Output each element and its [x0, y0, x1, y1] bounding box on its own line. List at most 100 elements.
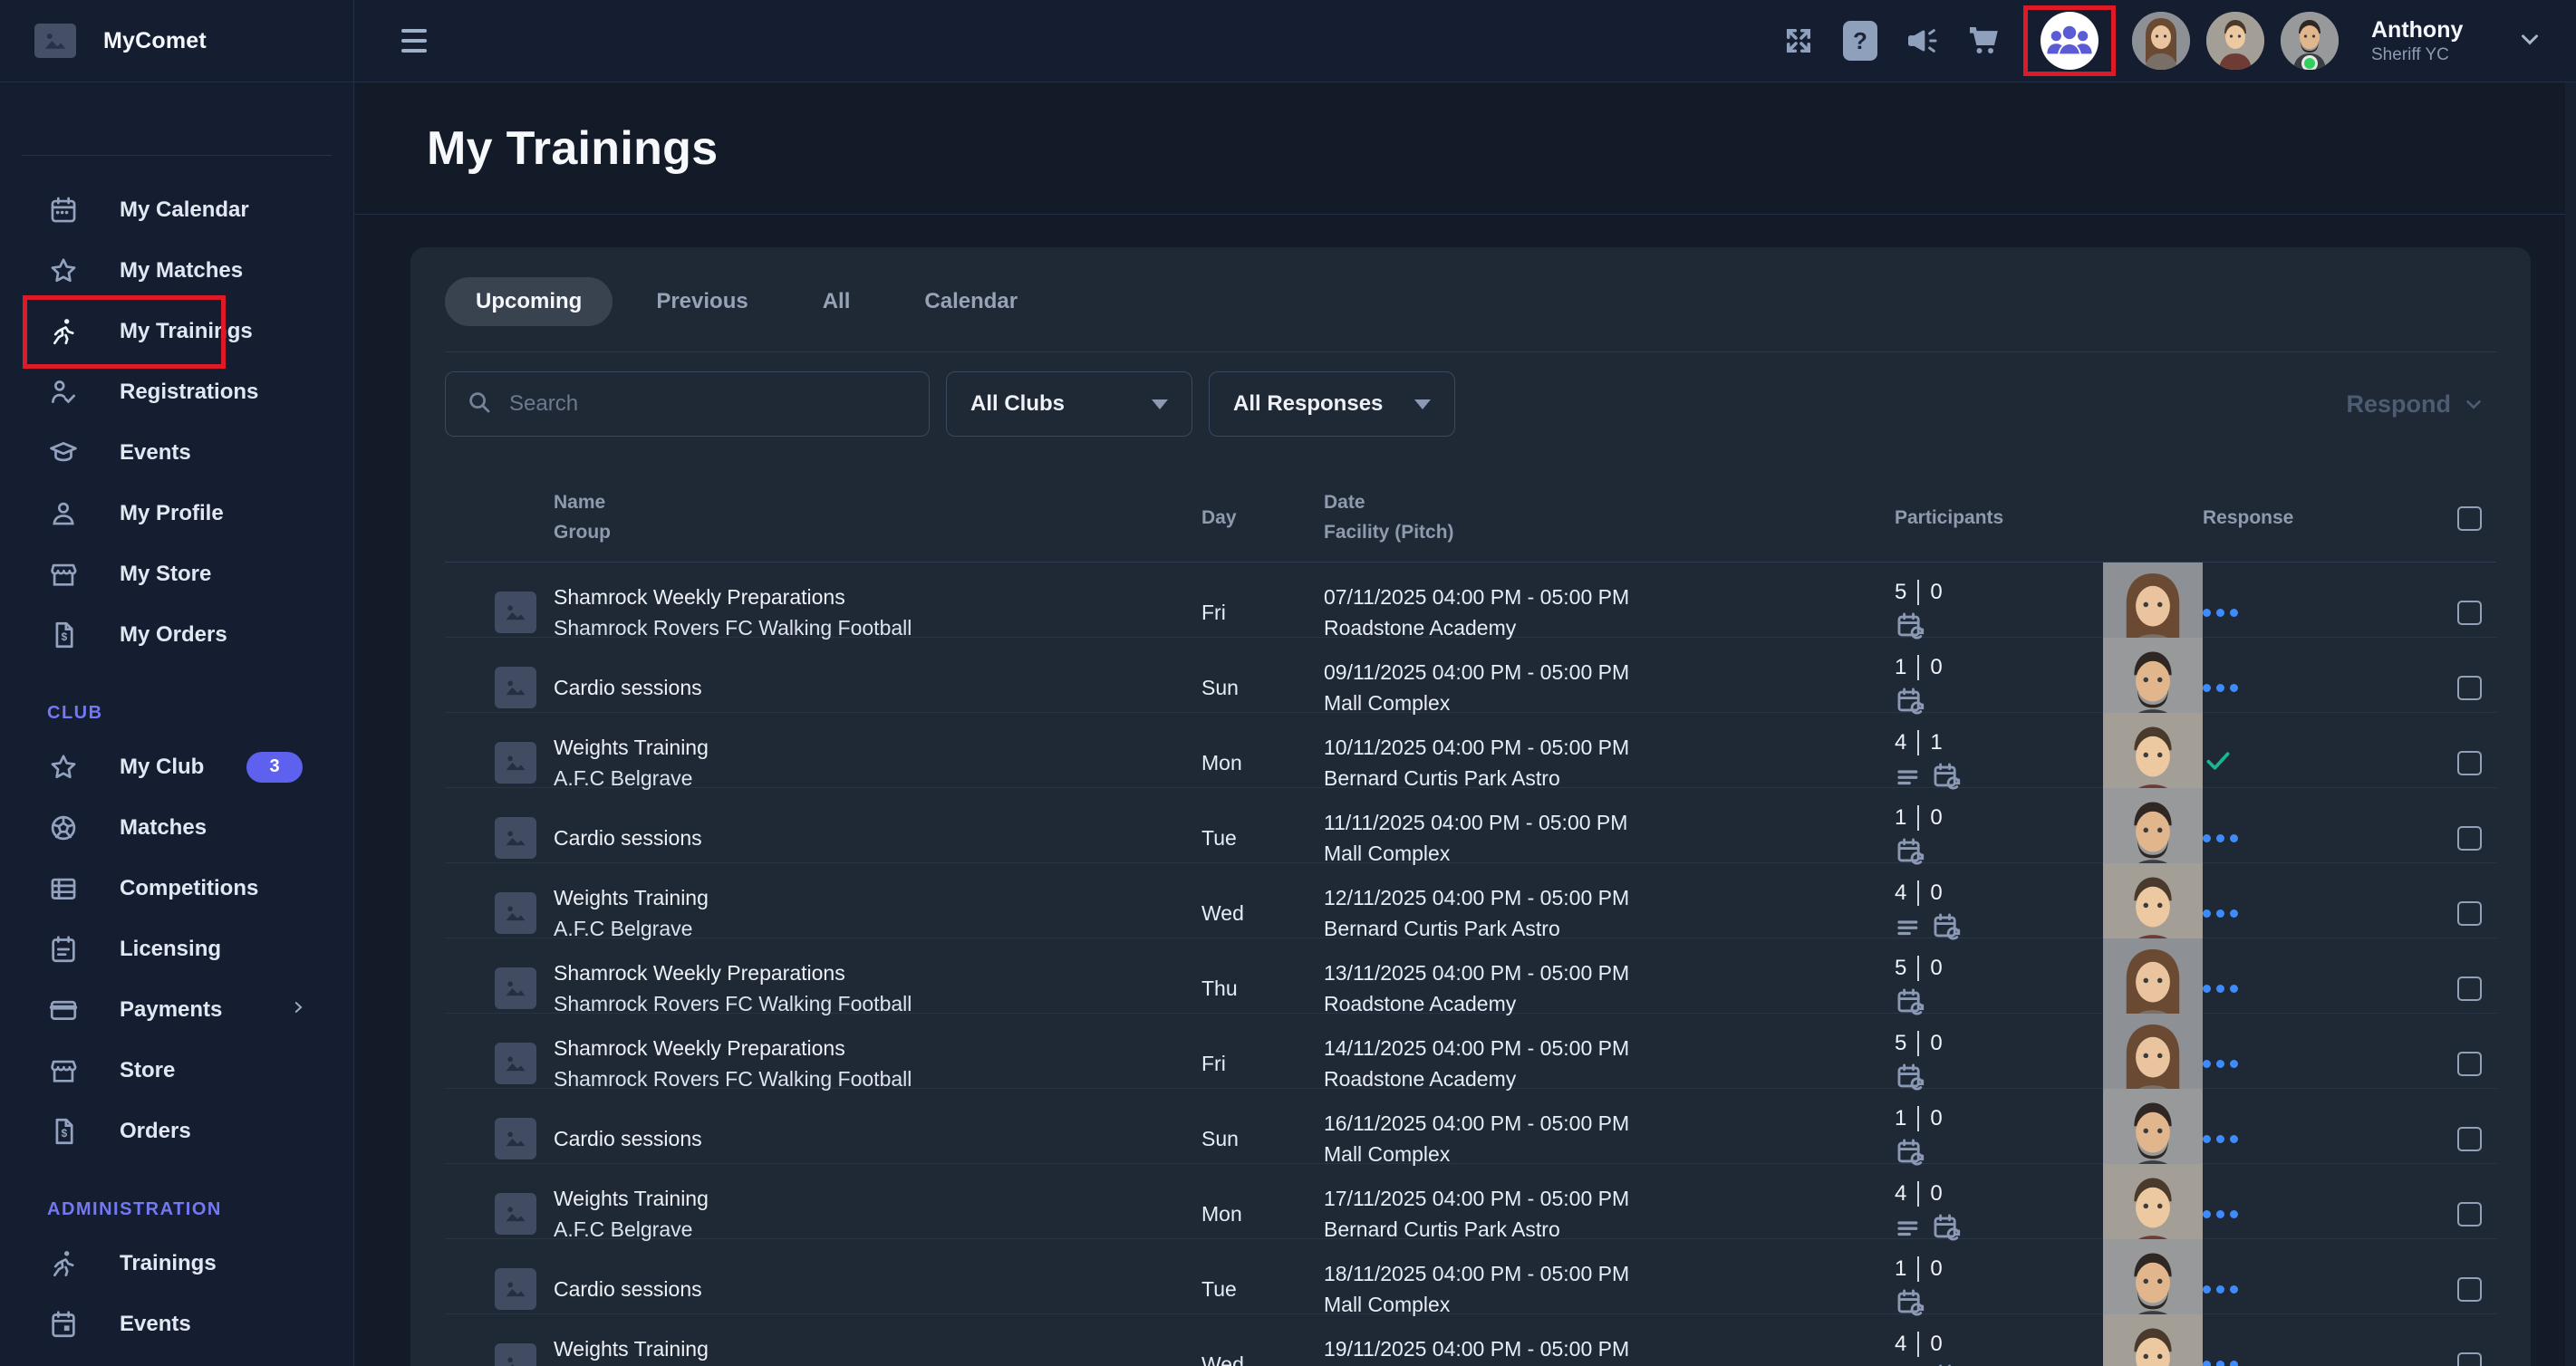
- sidebar-item-registrations[interactable]: Registrations: [0, 361, 353, 422]
- tab-upcoming[interactable]: Upcoming: [445, 277, 613, 326]
- response-pending-dots[interactable]: [2203, 1135, 2429, 1143]
- sidebar-section-label: CLUB: [47, 703, 353, 724]
- sidebar-item-licensing[interactable]: Licensing: [0, 919, 353, 979]
- tab-calendar[interactable]: Calendar: [893, 277, 1048, 326]
- participants-count-out: 0: [1930, 1181, 1942, 1207]
- scrollbar-track[interactable]: [2565, 82, 2576, 1366]
- training-name-cell: Cardio sessions: [554, 1123, 1201, 1155]
- training-name: Cardio sessions: [554, 822, 1201, 854]
- svg-text:$: $: [61, 630, 67, 643]
- sidebar-item-payments[interactable]: Payments: [0, 979, 353, 1040]
- table-row: Shamrock Weekly Preparations Shamrock Ro…: [445, 1014, 2496, 1089]
- storefront-icon: [47, 558, 80, 591]
- row-checkbox[interactable]: [2457, 1052, 2482, 1076]
- hamburger-icon[interactable]: [401, 23, 438, 59]
- star-icon: [47, 751, 80, 784]
- training-date: 09/11/2025 04:00 PM - 05:00 PM: [1324, 657, 1895, 688]
- club-filter-select[interactable]: All Clubs: [946, 371, 1192, 437]
- participant-avatar[interactable]: [2103, 1314, 2203, 1366]
- respond-button[interactable]: Respond: [2346, 390, 2496, 418]
- participants-cell: 1 0: [1895, 805, 2103, 871]
- participants-count-out: 1: [1930, 730, 1942, 755]
- user-avatar-man-beard[interactable]: [2281, 12, 2339, 70]
- search-input[interactable]: [507, 390, 909, 418]
- calendar-sync-icon: [1895, 686, 1925, 721]
- org-avatar[interactable]: [2041, 12, 2098, 70]
- sidebar-item-orders[interactable]: $Orders: [0, 1101, 353, 1161]
- row-checkbox[interactable]: [2457, 826, 2482, 851]
- sidebar-item-events[interactable]: Events: [0, 422, 353, 483]
- tab-previous[interactable]: Previous: [625, 277, 778, 326]
- table-row: Cardio sessions Tue 18/11/2025 04:00 PM …: [445, 1239, 2496, 1314]
- row-checkbox[interactable]: [2457, 601, 2482, 625]
- sidebar-item-trainings[interactable]: Trainings: [0, 1233, 353, 1294]
- announcements-icon[interactable]: [1902, 21, 1942, 61]
- response-cell: [2203, 1285, 2429, 1294]
- training-date-cell: 14/11/2025 04:00 PM - 05:00 PM Roadstone…: [1324, 1033, 1895, 1095]
- row-checkbox[interactable]: [2457, 676, 2482, 700]
- row-checkbox[interactable]: [2457, 1277, 2482, 1302]
- row-checkbox[interactable]: [2457, 976, 2482, 1001]
- calendar-sync-icon: [1895, 836, 1925, 871]
- row-checkbox[interactable]: [2457, 901, 2482, 926]
- help-icon[interactable]: ?: [1840, 21, 1880, 61]
- sidebar-item-label: Payments: [120, 997, 222, 1023]
- response-pending-dots[interactable]: [2203, 909, 2429, 918]
- sidebar-item-competitions[interactable]: Competitions: [0, 858, 353, 919]
- response-filter-select[interactable]: All Responses: [1209, 371, 1455, 437]
- sidebar-item-registrations[interactable]: Registrations: [0, 1354, 353, 1366]
- row-checkbox[interactable]: [2457, 1352, 2482, 1366]
- caret-down-icon: [1152, 399, 1168, 409]
- search-box: [445, 371, 930, 437]
- user-block[interactable]: Anthony Sheriff YC: [2371, 16, 2480, 65]
- training-date-cell: 13/11/2025 04:00 PM - 05:00 PM Roadstone…: [1324, 957, 1895, 1020]
- sidebar-item-my-orders[interactable]: $My Orders: [0, 604, 353, 665]
- sidebar-item-store[interactable]: Store: [0, 1040, 353, 1101]
- fullscreen-icon[interactable]: [1779, 21, 1819, 61]
- participants-count-in: 4: [1895, 1181, 1906, 1207]
- training-day: Mon: [1201, 747, 1324, 779]
- response-pending-dots[interactable]: [2203, 834, 2429, 842]
- user-avatar-woman[interactable]: [2132, 12, 2190, 70]
- response-cell: [2203, 1135, 2429, 1143]
- training-day: Fri: [1201, 597, 1324, 629]
- sidebar-item-my-club[interactable]: My Club3: [0, 736, 353, 797]
- select-all-checkbox[interactable]: [2457, 506, 2482, 531]
- user-name: Anthony: [2371, 16, 2480, 43]
- training-group: A.F.C Belgrave: [554, 913, 1201, 945]
- row-checkbox[interactable]: [2457, 751, 2482, 775]
- user-avatar-man-young[interactable]: [2206, 12, 2264, 70]
- invoice-icon: $: [47, 1115, 80, 1148]
- response-pending-dots[interactable]: [2203, 1060, 2429, 1068]
- response-pending-dots[interactable]: [2203, 1361, 2429, 1366]
- club-filter-value: All Clubs: [970, 391, 1065, 417]
- response-pending-dots[interactable]: [2203, 1285, 2429, 1294]
- response-pending-dots[interactable]: [2203, 684, 2429, 692]
- row-checkbox[interactable]: [2457, 1127, 2482, 1151]
- image-placeholder-icon: [495, 667, 536, 708]
- training-name: Shamrock Weekly Preparations: [554, 957, 1201, 989]
- tab-all[interactable]: All: [792, 277, 882, 326]
- main-column: ? Anthony Sheriff YC: [354, 0, 2576, 1366]
- participants-count-out: 0: [1930, 1031, 1942, 1056]
- participants-count-out: 0: [1930, 956, 1942, 981]
- training-facility: Roadstone Academy: [1324, 988, 1895, 1020]
- response-pending-dots[interactable]: [2203, 985, 2429, 993]
- sidebar-item-events[interactable]: Events: [0, 1294, 353, 1354]
- response-filter-value: All Responses: [1233, 391, 1383, 417]
- response-pending-dots[interactable]: [2203, 1210, 2429, 1218]
- cart-icon[interactable]: [1963, 21, 2003, 61]
- sidebar-item-matches[interactable]: Matches: [0, 797, 353, 858]
- sidebar-item-my-matches[interactable]: My Matches: [0, 240, 353, 301]
- chevron-down-icon[interactable]: [2516, 25, 2543, 57]
- row-checkbox[interactable]: [2457, 1202, 2482, 1227]
- training-name-cell: Shamrock Weekly Preparations Shamrock Ro…: [554, 582, 1201, 644]
- sidebar-item-label: My Calendar: [120, 197, 249, 223]
- calendar-sync-icon: [1931, 911, 1962, 947]
- sidebar-item-my-calendar[interactable]: My Calendar: [0, 179, 353, 240]
- sidebar-item-my-profile[interactable]: My Profile: [0, 483, 353, 544]
- training-day: Wed: [1201, 898, 1324, 929]
- sidebar-item-my-trainings[interactable]: My Trainings: [0, 301, 353, 361]
- sidebar-item-my-store[interactable]: My Store: [0, 544, 353, 604]
- response-pending-dots[interactable]: [2203, 609, 2429, 617]
